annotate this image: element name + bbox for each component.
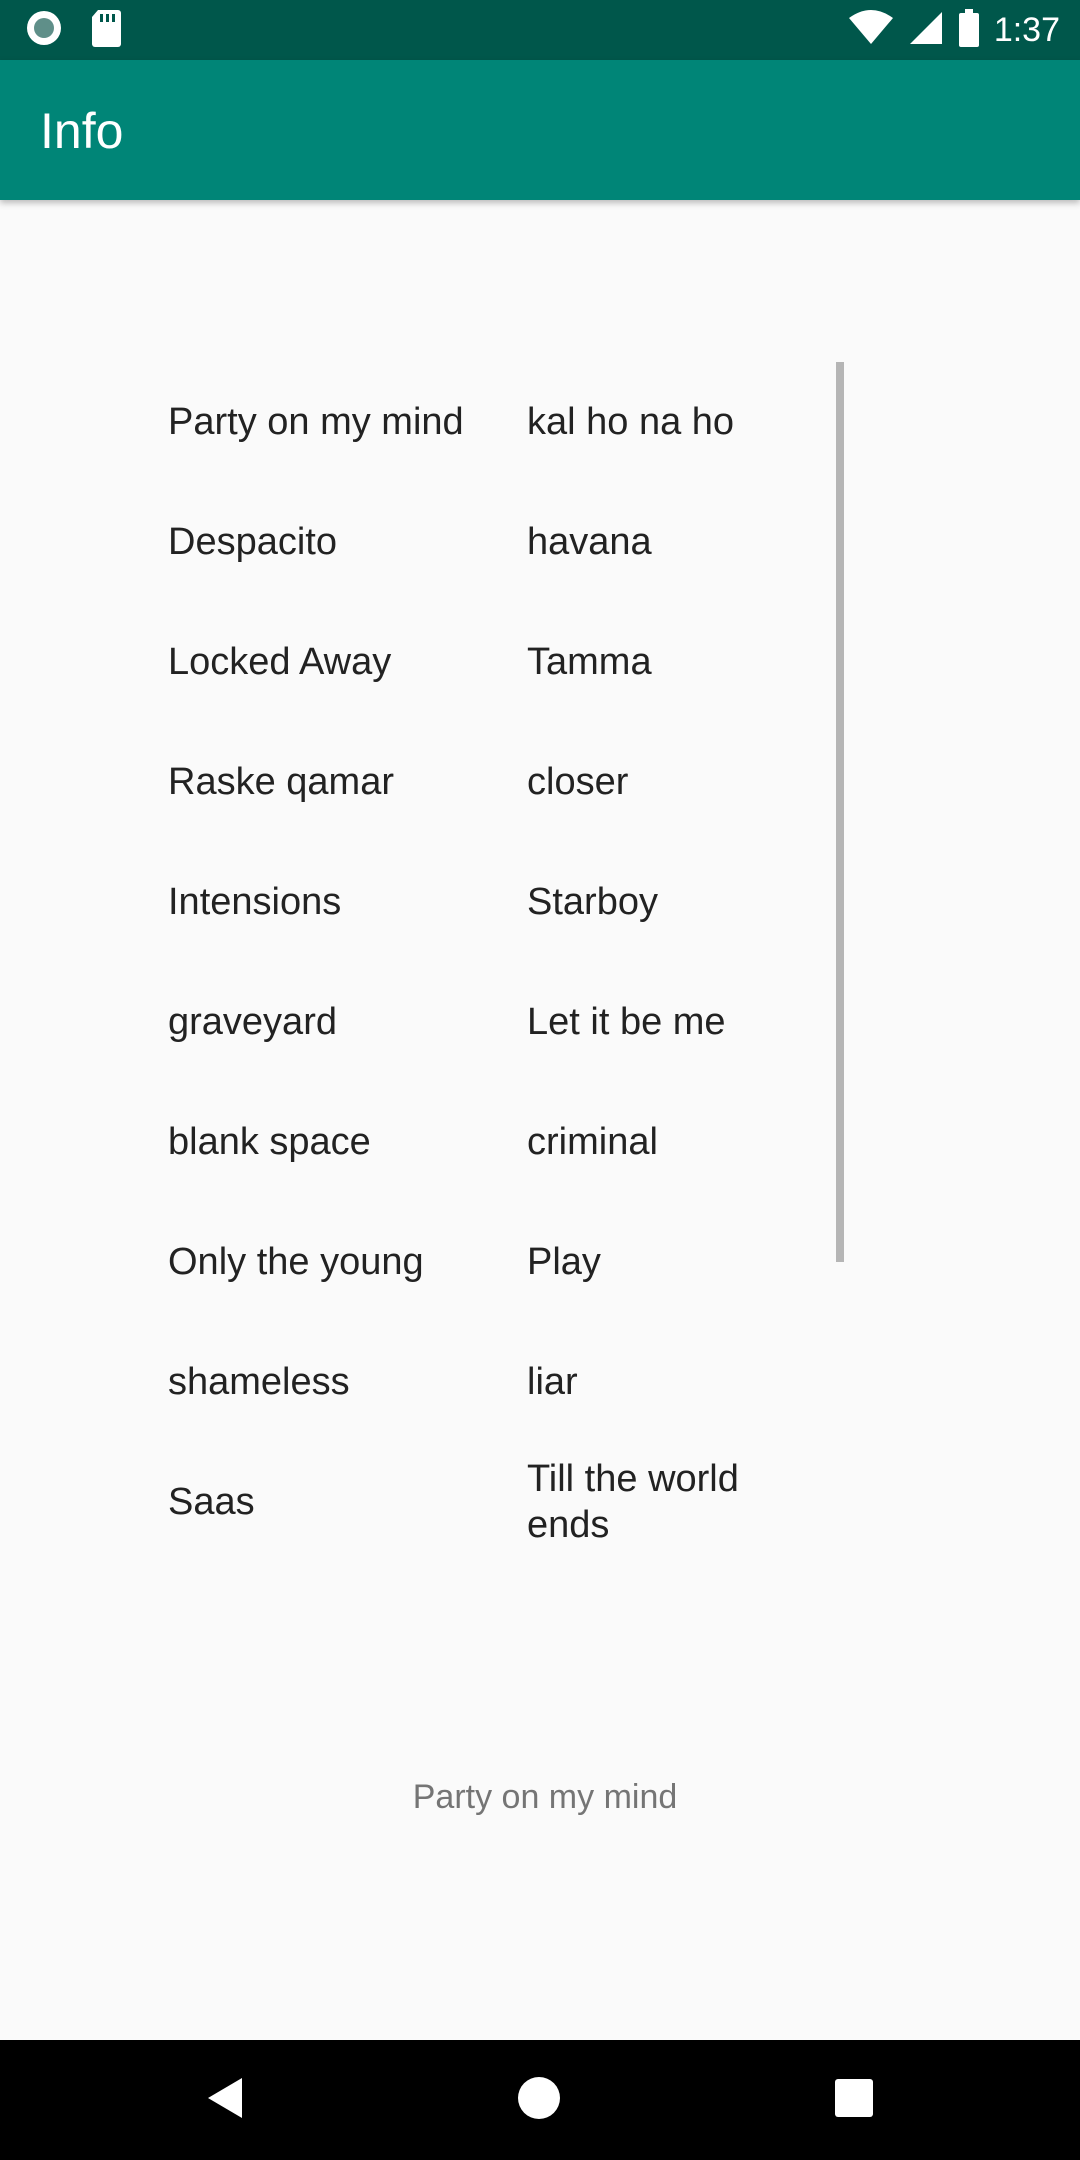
- song-grid[interactable]: Party on my mind kal ho na ho Despacito …: [168, 362, 828, 1562]
- song-item[interactable]: liar: [527, 1322, 828, 1442]
- scrollbar[interactable]: [836, 362, 844, 1262]
- back-icon: [204, 2076, 248, 2125]
- recents-button[interactable]: [822, 2068, 886, 2132]
- song-item[interactable]: Intensions: [168, 842, 527, 962]
- wifi-icon: [848, 9, 894, 51]
- song-item[interactable]: Tamma: [527, 602, 828, 722]
- battery-icon: [958, 8, 980, 52]
- song-item[interactable]: Till the world ends: [527, 1442, 828, 1562]
- song-item[interactable]: blank space: [168, 1082, 527, 1202]
- selected-song-label: Party on my mind: [412, 1778, 678, 1816]
- song-item[interactable]: shameless: [168, 1322, 527, 1442]
- song-item[interactable]: Only the young: [168, 1202, 527, 1322]
- song-item[interactable]: closer: [527, 722, 828, 842]
- song-item[interactable]: Saas: [168, 1442, 527, 1562]
- back-button[interactable]: [194, 2068, 258, 2132]
- song-list-area[interactable]: Party on my mind kal ho na ho Despacito …: [0, 362, 1080, 1546]
- song-item[interactable]: Locked Away: [168, 602, 527, 722]
- home-icon: [517, 2076, 561, 2125]
- app-bar: Info: [0, 60, 1080, 200]
- navigation-bar: [0, 2040, 1080, 2160]
- page-title: Info: [40, 103, 124, 159]
- song-item[interactable]: criminal: [527, 1082, 828, 1202]
- home-button[interactable]: [507, 2068, 571, 2132]
- song-item[interactable]: kal ho na ho: [527, 362, 828, 482]
- song-item[interactable]: Raske qamar: [168, 722, 527, 842]
- song-item[interactable]: Play: [527, 1202, 828, 1322]
- song-item[interactable]: graveyard: [168, 962, 527, 1082]
- song-item[interactable]: havana: [527, 482, 828, 602]
- sd-card-icon: [90, 8, 122, 53]
- recents-icon: [834, 2078, 874, 2123]
- song-item[interactable]: Party on my mind: [168, 362, 527, 482]
- song-item[interactable]: Let it be me: [527, 962, 828, 1082]
- song-item[interactable]: Starboy: [527, 842, 828, 962]
- cell-signal-icon: [908, 10, 944, 51]
- song-item[interactable]: Despacito: [168, 482, 527, 602]
- status-bar: 1:37: [0, 0, 1080, 60]
- status-time: 1:37: [993, 10, 1060, 49]
- notification-dot-icon: [24, 8, 64, 53]
